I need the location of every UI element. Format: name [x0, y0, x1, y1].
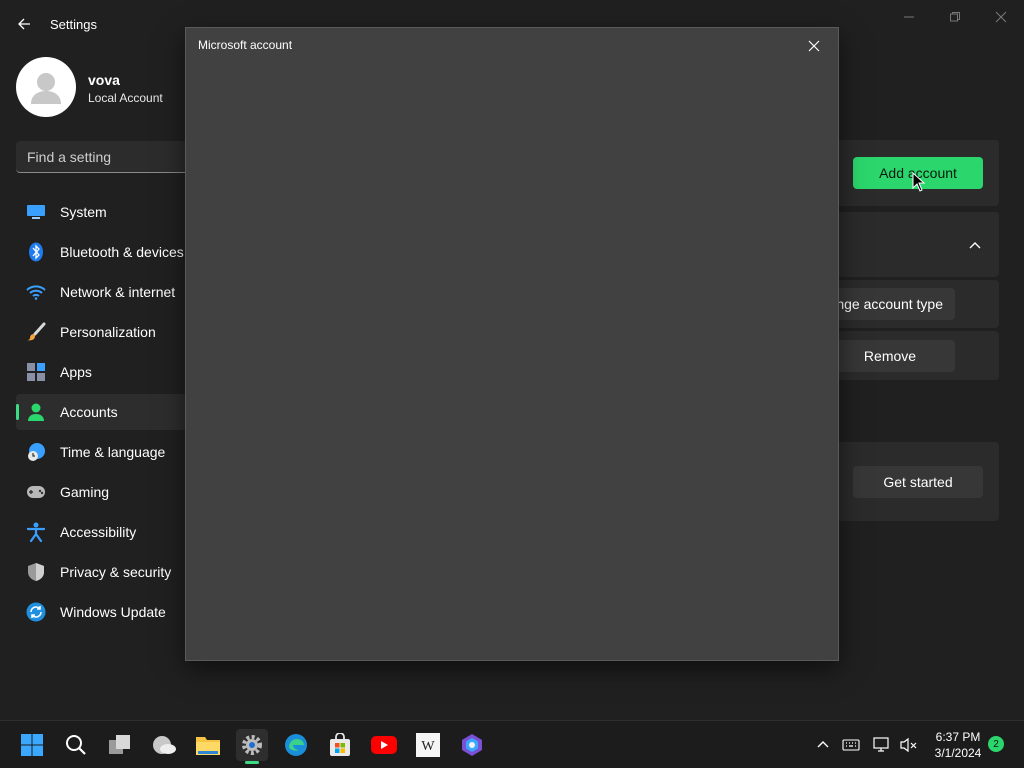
gear-icon — [242, 735, 262, 755]
wikipedia-button[interactable]: W — [412, 729, 444, 761]
keyboard-tray-button[interactable] — [841, 735, 861, 755]
update-icon — [26, 602, 46, 622]
brush-icon — [26, 322, 46, 342]
task-view-icon — [109, 735, 130, 754]
search-icon — [66, 735, 86, 755]
copilot-button[interactable] — [456, 729, 488, 761]
volume-tray-button[interactable] — [899, 735, 919, 755]
get-started-button[interactable]: Get started — [853, 466, 983, 498]
store-bag-icon — [330, 733, 350, 756]
remove-button[interactable]: Remove — [825, 340, 955, 372]
sidebar-item-label: Windows Update — [60, 604, 166, 620]
weather-cloud-icon — [153, 736, 176, 754]
notification-badge[interactable]: 2 — [988, 736, 1004, 752]
network-monitor-icon — [873, 737, 889, 752]
gamepad-icon — [26, 482, 46, 502]
mouse-cursor-icon — [912, 171, 926, 192]
search-button[interactable] — [60, 729, 92, 761]
wikipedia-icon: W — [416, 733, 440, 757]
sidebar-item-system[interactable]: System — [16, 194, 196, 230]
user-avatar-icon — [31, 73, 61, 104]
back-arrow-icon — [18, 18, 30, 30]
show-hidden-icons-button[interactable] — [813, 735, 833, 755]
dialog-title: Microsoft account — [198, 38, 293, 52]
chevron-up-icon — [817, 741, 829, 748]
network-tray-button[interactable] — [872, 735, 892, 755]
sidebar-item-apps[interactable]: Apps — [16, 354, 196, 390]
wifi-icon — [26, 282, 46, 302]
sidebar-item-time-language[interactable]: Time & language — [16, 434, 196, 470]
youtube-icon — [371, 736, 397, 754]
sidebar-item-privacy-security[interactable]: Privacy & security — [16, 554, 196, 590]
sidebar-item-label: Time & language — [60, 444, 166, 460]
youtube-button[interactable] — [368, 729, 400, 761]
keyboard-icon — [842, 739, 860, 751]
maximize-button[interactable] — [943, 8, 967, 26]
monitor-icon — [26, 202, 46, 222]
apps-icon — [26, 362, 46, 382]
close-icon — [995, 11, 1007, 23]
globe-clock-icon — [26, 442, 46, 462]
clock-time: 6:37 PM — [935, 730, 981, 744]
close-window-button[interactable] — [989, 8, 1013, 26]
minimize-button[interactable] — [897, 8, 921, 26]
sidebar-item-label: Bluetooth & devices — [60, 244, 184, 260]
settings-window: Settings vova Local Account Find a setti… — [0, 0, 1024, 720]
chevron-up-icon[interactable] — [967, 238, 983, 254]
bluetooth-icon — [26, 242, 46, 262]
sidebar-item-label: Privacy & security — [60, 564, 172, 580]
task-view-button[interactable] — [104, 729, 136, 761]
start-button[interactable] — [16, 729, 48, 761]
sidebar-nav: System Bluetooth & devices Network & int… — [16, 194, 196, 634]
active-app-indicator — [245, 761, 259, 764]
clock-date: 3/1/2024 — [934, 746, 982, 760]
sidebar-item-label: Accessibility — [60, 524, 137, 540]
microsoft-account-dialog: Microsoft account — [185, 27, 839, 661]
sidebar-item-personalization[interactable]: Personalization — [16, 314, 196, 350]
search-input[interactable]: Find a setting — [16, 141, 206, 173]
profile-name: vova — [88, 72, 120, 88]
file-explorer-button[interactable] — [192, 729, 224, 761]
edge-browser-icon — [285, 734, 307, 756]
svg-text:W: W — [421, 739, 435, 754]
restore-icon — [950, 12, 960, 22]
sidebar-item-gaming[interactable]: Gaming — [16, 474, 196, 510]
folder-icon — [196, 737, 220, 755]
profile-account-type: Local Account — [88, 91, 163, 105]
windows-logo-icon — [21, 734, 43, 756]
person-icon — [26, 402, 46, 422]
copilot-icon — [462, 734, 482, 756]
back-button[interactable] — [14, 14, 34, 34]
sidebar-item-label: Personalization — [60, 324, 156, 340]
accessibility-icon — [26, 522, 46, 542]
avatar — [16, 57, 76, 117]
sidebar-item-label: System — [60, 204, 107, 220]
shield-icon — [26, 562, 46, 582]
close-icon — [808, 40, 820, 52]
taskbar-clock[interactable]: 6:37 PM 3/1/2024 — [928, 729, 988, 761]
minimize-icon — [904, 16, 914, 18]
taskbar: W 6:37 PM 3/1/2024 — [0, 720, 1024, 768]
edge-button[interactable] — [280, 729, 312, 761]
sidebar-item-bluetooth[interactable]: Bluetooth & devices — [16, 234, 196, 270]
widgets-button[interactable] — [148, 729, 180, 761]
store-button[interactable] — [324, 729, 356, 761]
app-title: Settings — [50, 17, 97, 32]
sidebar-item-accounts[interactable]: Accounts — [16, 394, 196, 430]
sidebar-item-label: Network & internet — [60, 284, 176, 300]
dialog-close-button[interactable] — [804, 36, 824, 56]
sidebar-item-label: Apps — [60, 364, 92, 380]
settings-app-button[interactable] — [236, 729, 268, 761]
sidebar-item-label: Accounts — [60, 404, 118, 420]
sidebar-item-accessibility[interactable]: Accessibility — [16, 514, 196, 550]
speaker-muted-icon — [900, 737, 917, 753]
sidebar-item-label: Gaming — [60, 484, 110, 500]
sidebar-item-network[interactable]: Network & internet — [16, 274, 196, 310]
sidebar-item-windows-update[interactable]: Windows Update — [16, 594, 196, 630]
